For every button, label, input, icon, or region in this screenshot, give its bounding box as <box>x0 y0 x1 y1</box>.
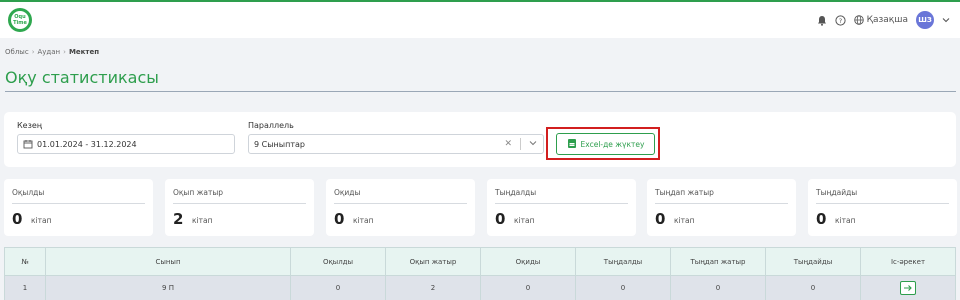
clear-icon[interactable]: ✕ <box>504 139 512 149</box>
stat-card-listening: Тыңдап жатыр 0 кітап <box>647 179 796 236</box>
table-header-row: № Сынып Оқылды Оқып жатыр Оқиды Тыңдалды… <box>4 247 956 276</box>
column-header[interactable]: Тыңдап жатыр <box>670 247 766 276</box>
table-cell-action <box>860 275 956 300</box>
column-header[interactable]: Тыңдалды <box>575 247 671 276</box>
column-header[interactable]: Оқылды <box>290 247 386 276</box>
stat-card-listened: Тыңдалды 0 кітап <box>487 179 636 236</box>
help-icon[interactable]: ? <box>834 14 846 26</box>
svg-text:?: ? <box>838 17 841 25</box>
parallel-select[interactable]: 9 Сыныптар ✕ <box>248 134 544 154</box>
logo-text: Oqu Time <box>11 11 29 29</box>
top-bar: Oqu Time ? Қазақша ШЗ <box>0 0 960 38</box>
calendar-icon <box>23 139 33 149</box>
stat-label: Тыңдайды <box>816 188 858 197</box>
table-row[interactable]: 1 9 П 0 2 0 0 0 0 <box>4 275 956 300</box>
language-selector[interactable]: Қазақша <box>853 15 908 25</box>
period-date-range-input[interactable]: 01.01.2024 - 31.12.2024 <box>17 134 235 154</box>
stat-card-read: Оқылды 0 кітап <box>4 179 153 236</box>
stat-label: Оқиды <box>334 188 361 197</box>
filter-panel: Кезең 01.01.2024 - 31.12.2024 Параллель … <box>4 112 956 167</box>
parallel-label: Параллель <box>248 121 294 130</box>
stat-value: 2 <box>173 210 184 228</box>
stat-card-reading: Оқып жатыр 2 кітап <box>165 179 314 236</box>
period-label: Кезең <box>17 121 43 130</box>
chevron-down-icon[interactable] <box>942 17 950 23</box>
stat-label: Тыңдап жатыр <box>655 188 714 197</box>
breadcrumb-oblys[interactable]: Облыс <box>5 48 29 56</box>
stat-value: 0 <box>655 210 666 228</box>
chevron-right-icon: › <box>63 48 66 56</box>
column-header[interactable]: Тыңдайды <box>765 247 861 276</box>
chevron-right-icon: › <box>31 48 35 56</box>
stat-unit: кітап <box>674 216 695 225</box>
stat-unit: кітап <box>353 216 374 225</box>
table-cell: 0 <box>290 275 386 300</box>
stat-card-will-listen: Тыңдайды 0 кітап <box>808 179 957 236</box>
page-title: Оқу статистикасы <box>5 68 159 87</box>
column-header[interactable]: Оқиды <box>480 247 576 276</box>
open-details-button[interactable] <box>900 281 916 295</box>
excel-download-button[interactable]: Excel-де жүктеу <box>556 133 655 155</box>
excel-button-label: Excel-де жүктеу <box>580 139 645 149</box>
table-cell: 0 <box>575 275 671 300</box>
title-divider <box>5 91 956 92</box>
breadcrumb-mektep: Мектеп <box>68 48 100 56</box>
table-cell: 0 <box>480 275 576 300</box>
stats-table: № Сынып Оқылды Оқып жатыр Оқиды Тыңдалды… <box>4 247 956 300</box>
chevron-down-icon[interactable] <box>529 139 537 149</box>
excel-file-icon <box>567 138 577 151</box>
column-header[interactable]: Оқып жатыр <box>385 247 481 276</box>
breadcrumb: Облыс › Аудан › Мектеп <box>5 48 99 56</box>
user-avatar[interactable]: ШЗ <box>916 11 934 29</box>
arrow-right-icon <box>904 285 912 291</box>
parallel-value: 9 Сыныптар <box>254 139 305 149</box>
column-header[interactable]: Сынып <box>45 247 291 276</box>
top-right-actions: ? Қазақша ШЗ <box>817 11 950 29</box>
stat-card-will-read: Оқиды 0 кітап <box>326 179 475 236</box>
stats-table-container: № Сынып Оқылды Оқып жатыр Оқиды Тыңдалды… <box>4 247 956 300</box>
app-logo[interactable]: Oqu Time <box>8 8 32 32</box>
stat-unit: кітап <box>835 216 856 225</box>
stat-value: 0 <box>12 210 23 228</box>
bell-icon[interactable] <box>817 15 827 26</box>
breadcrumb-audan[interactable]: Аудан <box>38 48 61 56</box>
stat-label: Тыңдалды <box>495 188 537 197</box>
stat-value: 0 <box>334 210 345 228</box>
table-cell: 0 <box>765 275 861 300</box>
stat-value: 0 <box>816 210 827 228</box>
table-cell: 0 <box>670 275 766 300</box>
column-header: Іс-әрекет <box>860 247 956 276</box>
globe-icon <box>853 15 864 25</box>
table-cell: 2 <box>385 275 481 300</box>
language-label: Қазақша <box>866 15 908 25</box>
stat-unit: кітап <box>514 216 535 225</box>
period-value: 01.01.2024 - 31.12.2024 <box>37 139 137 149</box>
stat-label: Оқылды <box>12 188 45 197</box>
column-header[interactable]: № <box>4 247 46 276</box>
stat-unit: кітап <box>192 216 213 225</box>
table-cell: 9 П <box>45 275 291 300</box>
stat-label: Оқып жатыр <box>173 188 224 197</box>
table-cell: 1 <box>4 275 46 300</box>
stat-value: 0 <box>495 210 506 228</box>
stat-unit: кітап <box>31 216 52 225</box>
